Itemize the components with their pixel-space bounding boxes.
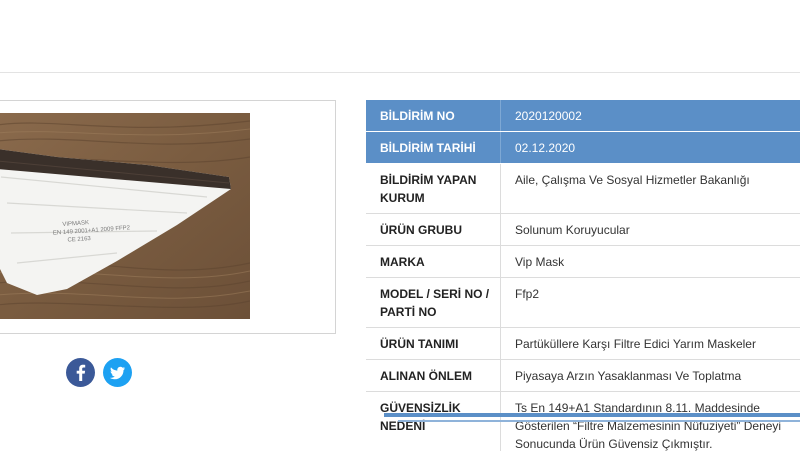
detail-row: ALINAN ÖNLEM Piyasaya Arzın Yasaklanması … [366, 359, 800, 392]
detail-value: 2020120002 [500, 100, 800, 132]
detail-value: Aile, Çalışma Ve Sosyal Hizmetler Bakanl… [500, 163, 800, 214]
table-bottom-bar-secondary [398, 420, 800, 422]
product-photo-frame: VIPMASK EN 149 2001+A1 2009 FFP2 CE 2163 [0, 100, 336, 334]
detail-label: BİLDİRİM NO [366, 100, 501, 132]
header-divider [0, 72, 800, 73]
detail-row: BİLDİRİM YAPAN KURUM Aile, Çalışma Ve Sos… [366, 163, 800, 214]
detail-value: Vip Mask [500, 245, 800, 278]
product-safety-page: VIPMASK EN 149 2001+A1 2009 FFP2 CE 2163… [0, 0, 800, 451]
detail-value: Partüküllere Karşı Filtre Edici Yarım Ma… [500, 327, 800, 360]
detail-label: BİLDİRİM YAPAN KURUM [366, 163, 501, 214]
detail-value: 02.12.2020 [500, 131, 800, 164]
detail-row: MODEL / SERİ NO / PARTİ NO Ffp2 [366, 277, 800, 328]
notification-detail-table: BİLDİRİM NO 2020120002 BİLDİRİM TARİHİ 02.1… [366, 100, 800, 451]
facebook-icon[interactable] [66, 358, 95, 387]
detail-row: ÜRÜN GRUBU Solunum Koruyucular [366, 213, 800, 246]
detail-label: ÜRÜN GRUBU [366, 213, 501, 246]
detail-value: Solunum Koruyucular [500, 213, 800, 246]
detail-label: ALINAN ÖNLEM [366, 359, 501, 392]
detail-value: Piyasaya Arzın Yasaklanması Ve Toplatma [500, 359, 800, 392]
detail-row: ÜRÜN TANIMI Partüküllere Karşı Filtre Edi… [366, 327, 800, 360]
detail-label: ÜRÜN TANIMI [366, 327, 501, 360]
table-bottom-bar [384, 413, 800, 417]
detail-row: BİLDİRİM NO 2020120002 [366, 100, 800, 132]
social-share [66, 358, 132, 387]
detail-label: MODEL / SERİ NO / PARTİ NO [366, 277, 501, 328]
product-photo[interactable]: VIPMASK EN 149 2001+A1 2009 FFP2 CE 2163 [0, 113, 250, 319]
detail-value: Ffp2 [500, 277, 800, 328]
detail-label: BİLDİRİM TARİHİ [366, 131, 501, 164]
twitter-icon[interactable] [103, 358, 132, 387]
detail-label: MARKA [366, 245, 501, 278]
detail-row: MARKA Vip Mask [366, 245, 800, 278]
detail-row: BİLDİRİM TARİHİ 02.12.2020 [366, 131, 800, 164]
